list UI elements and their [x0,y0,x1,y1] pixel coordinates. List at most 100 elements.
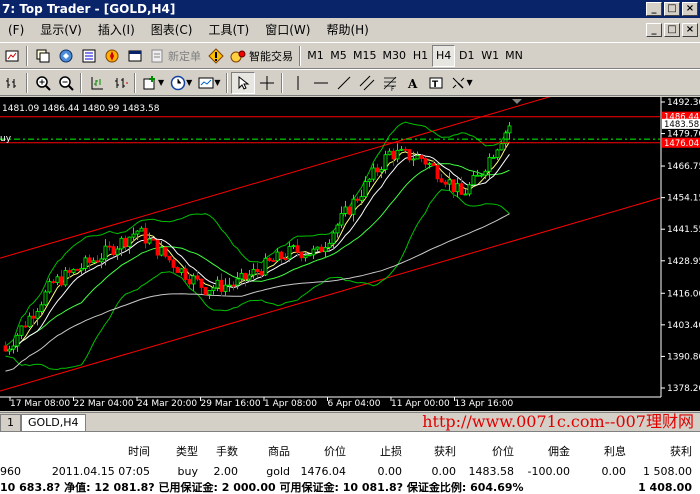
terminal-button[interactable] [123,45,146,67]
timeframe-h1[interactable]: H1 [409,45,432,67]
mdi-close-button[interactable]: × [682,23,698,37]
chart-shift-button[interactable] [85,72,108,94]
arrows-icon [453,77,465,89]
price-tick-label: 1441.55 [667,225,700,235]
minimize-button[interactable]: _ [646,2,662,16]
trendline-tool[interactable] [332,72,355,94]
text-label-tool[interactable]: T [424,72,447,94]
menu-charts[interactable]: 图表(C) [143,18,201,42]
candle-body [283,258,288,260]
col-sl[interactable]: 止损 [366,442,402,462]
col-commission[interactable]: 佣金 [534,442,570,462]
cursor-tool[interactable] [231,71,256,94]
order-profit: 1 508.00 [643,465,692,478]
candle-body [67,270,72,273]
menu-file[interactable]: (F) [0,18,32,42]
price-tick-label: 1492.30 [667,98,700,108]
maximize-button[interactable]: □ [664,2,680,16]
candle-body [471,175,476,186]
timeframe-d1[interactable]: D1 [455,45,478,67]
crosshair-tool[interactable] [255,72,278,94]
new-chart-button[interactable] [0,45,23,67]
candle-body [411,158,416,161]
mdi-restore-button[interactable]: □ [664,23,680,37]
timeframe-m1[interactable]: M1 [304,45,327,67]
price-tick-label: 1454.15 [667,194,700,204]
zoom-in-button[interactable] [31,72,54,94]
candle-body [423,158,428,165]
equidistant-channel-tool[interactable] [355,72,378,94]
candle-body [451,179,456,193]
menu-window[interactable]: 窗口(W) [257,18,318,42]
periods-button[interactable]: ▼ [167,72,195,94]
col-profit[interactable]: 获利 [650,442,692,462]
candle-body [479,174,484,177]
candle-body [179,268,184,273]
charts-toolbar: ▼ ▼ ▼ F A T ▼ [0,69,700,96]
col-price[interactable]: 价位 [478,442,514,462]
candle-body [463,193,468,196]
timeframe-w1[interactable]: W1 [478,45,502,67]
price-chart[interactable]: 1486.441483.581476.04 1492.301479.701466… [0,97,700,411]
profiles-button[interactable] [31,45,54,67]
text-tool[interactable]: A [401,72,424,94]
navigator-button[interactable] [100,45,123,67]
candle-body [11,345,16,350]
candle-body [503,132,508,145]
candle-body [199,278,204,288]
zoom-out-button[interactable] [54,72,77,94]
horizontal-line-tool[interactable] [309,72,332,94]
zoom-in-icon [35,75,51,91]
data-window-button[interactable] [77,45,100,67]
candle-body [339,213,344,226]
zoom-out-icon [58,75,74,91]
candle-body [307,254,312,257]
menu-insert[interactable]: 插入(I) [90,18,143,42]
col-time[interactable]: 时间 [100,442,150,462]
mdi-minimize-button[interactable]: _ [646,23,662,37]
timeframe-m15[interactable]: M15 [350,45,380,67]
table-row[interactable]: 960 2011.04.15 07:05 buy 2.00 gold 1476.… [0,462,700,482]
timeframe-h4[interactable]: H4 [432,44,456,67]
candle-body [75,268,80,271]
time-tick-label: 1 Apr 08:00 [264,399,317,409]
timeframe-m5[interactable]: M5 [327,45,350,67]
arrows-tool[interactable]: ▼ [447,72,475,94]
timeframe-mn[interactable]: MN [502,45,526,67]
candle-body [355,198,360,201]
chart-area[interactable]: 1486.441483.581476.04 1492.301479.701466… [0,97,700,411]
col-type[interactable]: 类型 [168,442,198,462]
col-symbol[interactable]: 商品 [256,442,290,462]
market-watch-button[interactable] [54,45,77,67]
warning-button[interactable] [204,45,227,67]
auto-scroll-icon [114,77,128,88]
tab-gold-h4[interactable]: GOLD,H4 [21,414,86,431]
auto-scroll-button[interactable] [108,72,131,94]
indicators-button[interactable]: ▼ [139,72,167,94]
tab-first[interactable]: 1 [0,414,21,431]
candle-body [251,269,256,276]
vertical-line-tool[interactable] [286,72,309,94]
col-tp[interactable]: 获利 [420,442,456,462]
menu-view[interactable]: 显示(V) [32,18,90,42]
templates-button[interactable]: ▼ [195,72,223,94]
menu-tools[interactable]: 工具(T) [201,18,258,42]
close-button[interactable]: × [682,2,698,16]
new-order-button[interactable]: 新定单 [146,45,204,67]
indicator-lines [5,121,510,372]
col-open-price[interactable]: 价位 [310,442,346,462]
candle-body [259,271,264,276]
candle-body [363,181,368,198]
candle-body [383,154,388,170]
menu-help[interactable]: 帮助(H) [318,18,376,42]
candle-body [407,149,412,161]
col-swap[interactable]: 利息 [590,442,626,462]
fibonacci-tool[interactable]: F [378,72,401,94]
candle-body [443,181,448,185]
col-lots[interactable]: 手数 [208,442,238,462]
timeframe-m30[interactable]: M30 [380,45,410,67]
candle-body [371,167,376,180]
candle-body [295,245,300,253]
expert-advisors-button[interactable]: 智能交易 [227,45,296,67]
bar-chart-button[interactable] [0,72,23,94]
